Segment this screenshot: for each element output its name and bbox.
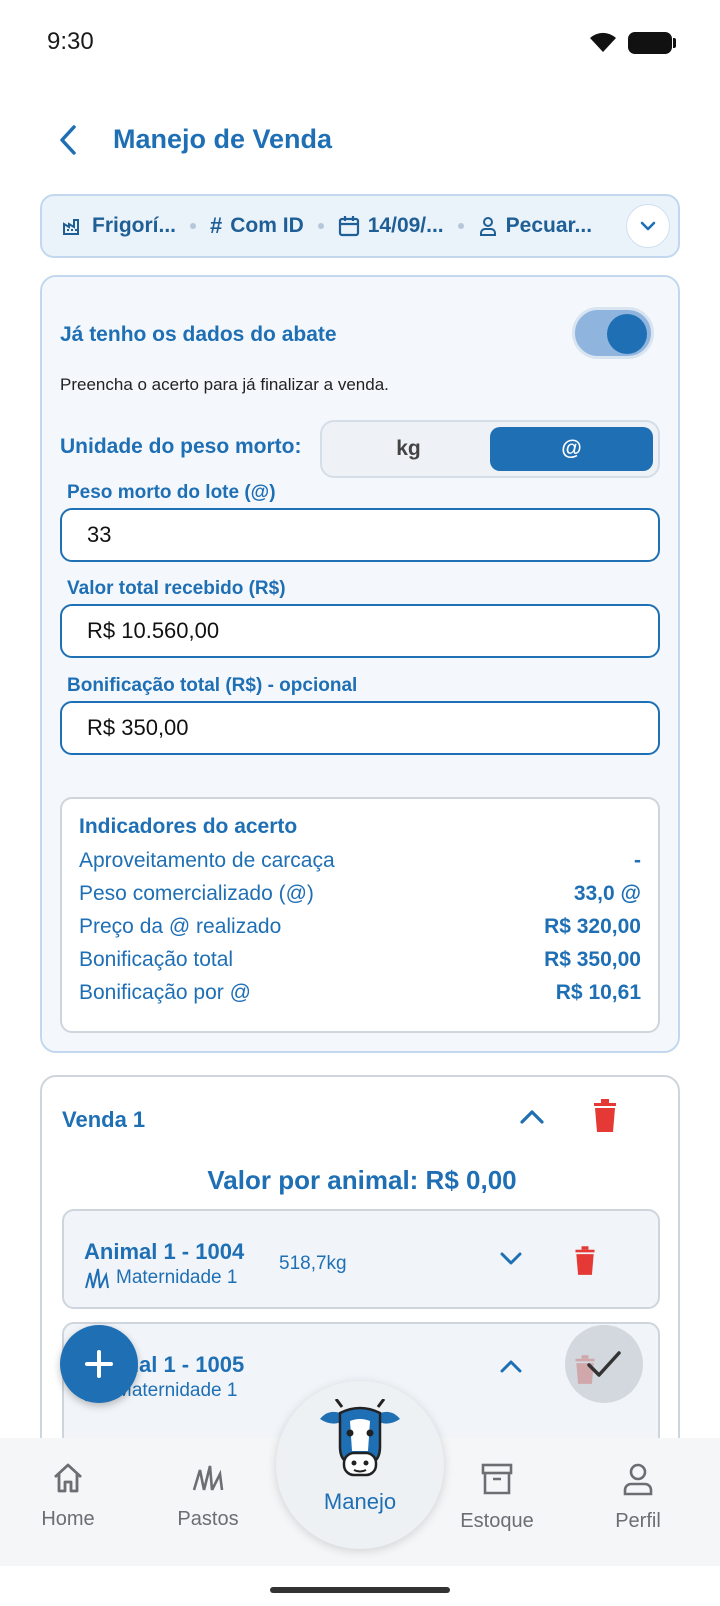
bonus-field[interactable]: R$ 350,00 <box>60 701 660 755</box>
person-icon <box>623 1463 653 1496</box>
slaughter-data-toggle[interactable] <box>572 307 654 359</box>
collapse-animal-button[interactable] <box>496 1354 526 1383</box>
indicator-value: R$ 350,00 <box>544 948 641 971</box>
hash-icon: # <box>210 213 223 238</box>
indicator-label: Bonificação por @ <box>79 981 251 1004</box>
carcass-weight-field[interactable]: 33 <box>60 508 660 562</box>
home-icon <box>54 1463 82 1493</box>
identification-text: Com ID <box>230 214 304 237</box>
factory-icon <box>63 219 79 235</box>
nav-label-estoque: Estoque <box>460 1510 534 1532</box>
indicator-row: Peso comercializado (@) 33,0 @ <box>79 882 641 912</box>
indicator-label: Aproveitamento de carcaça <box>79 849 335 872</box>
indicator-value: 33,0 @ <box>573 882 641 905</box>
wifi-icon <box>590 32 616 52</box>
chevron-up-icon <box>500 1360 522 1373</box>
indicator-value: R$ 320,00 <box>544 915 641 938</box>
value-per-animal: Valor por animal: R$ 0,00 <box>207 1165 517 1195</box>
indicator-value: R$ 10,61 <box>555 981 641 1004</box>
total-received-label: Valor total recebido (R$) <box>67 578 286 599</box>
home-indicator <box>270 1587 450 1593</box>
indicator-row: Bonificação por @ R$ 10,61 <box>79 981 641 1011</box>
nav-label-home: Home <box>41 1508 95 1530</box>
carcass-weight-label: Peso morto do lote (@) <box>67 482 276 503</box>
nav-item-estoque[interactable]: Estoque <box>437 1462 557 1533</box>
nav-item-pastos[interactable]: Pastos <box>148 1462 268 1531</box>
destination-chip: Frigorí... <box>62 214 176 238</box>
sale-summary-bar[interactable]: Frigorí... # Com ID 14/09/... Pecuar... <box>40 194 680 258</box>
delete-animal-button[interactable] <box>572 1245 598 1282</box>
trash-icon <box>594 1099 616 1132</box>
trash-icon <box>575 1246 595 1275</box>
add-animal-button[interactable] <box>60 1325 138 1403</box>
grass-icon <box>85 1268 109 1289</box>
indicator-row: Bonificação total R$ 350,00 <box>79 948 641 978</box>
calendar-icon <box>338 216 359 237</box>
nav-item-home[interactable]: Home <box>8 1462 128 1531</box>
settlement-hint: Preencha o acerto para já finalizar a ve… <box>60 375 389 394</box>
animal-pasture: Maternidade 1 <box>84 1267 237 1289</box>
separator-dot <box>317 223 324 229</box>
buyer-text: Pecuar... <box>505 214 593 237</box>
indicator-value: - <box>634 849 641 872</box>
unit-option-kg[interactable]: kg <box>327 427 490 471</box>
confirm-sale-button[interactable] <box>565 1325 643 1403</box>
chevron-left-icon <box>60 125 76 155</box>
bonus-label: Bonificação total (R$) - opcional <box>67 675 358 696</box>
indicator-label: Peso comercializado (@) <box>79 882 314 905</box>
chevron-down-icon <box>640 221 656 231</box>
unit-option-arroba[interactable]: @ <box>490 427 653 471</box>
animal-pasture-text: Maternidade 1 <box>116 1380 238 1401</box>
indicator-row: Aproveitamento de carcaça - <box>79 849 641 879</box>
expand-animal-button[interactable] <box>496 1247 526 1276</box>
archive-box-icon <box>481 1463 513 1495</box>
app-header: Manejo de Venda <box>0 110 720 170</box>
weight-unit-label: Unidade do peso morto: <box>60 435 302 458</box>
nav-label-manejo: Manejo <box>323 1489 397 1514</box>
grass-icon <box>192 1465 224 1491</box>
indicator-label: Bonificação total <box>79 948 234 971</box>
plus-icon <box>85 1350 113 1378</box>
animal-name: Animal 1 - 1004 <box>84 1239 245 1264</box>
total-received-field[interactable]: R$ 10.560,00 <box>60 604 660 658</box>
chevron-down-icon <box>500 1252 522 1265</box>
nav-item-manejo[interactable]: Manejo <box>276 1381 444 1549</box>
indicators-title: Indicadores do acerto <box>79 815 298 838</box>
collapse-sale-button[interactable] <box>512 1097 552 1142</box>
settlement-card: Já tenho os dados do abate Preencha o ac… <box>40 275 680 1053</box>
expand-summary-button[interactable] <box>626 204 670 248</box>
nav-item-perfil[interactable]: Perfil <box>578 1462 698 1533</box>
toggle-knob <box>607 314 647 354</box>
delete-sale-button[interactable] <box>590 1099 620 1138</box>
status-bar: 9:30 <box>0 0 720 80</box>
identification-chip: # Com ID <box>210 213 304 239</box>
checkmark-icon <box>587 1351 621 1377</box>
nav-label-pastos: Pastos <box>177 1508 239 1530</box>
chevron-up-icon <box>520 1110 544 1124</box>
settlement-indicators: Indicadores do acerto Aproveitamento de … <box>60 797 660 1033</box>
animal-pasture-text: Maternidade 1 <box>116 1267 238 1288</box>
separator-dot <box>190 223 196 229</box>
indicator-row: Preço da @ realizado R$ 320,00 <box>79 915 641 945</box>
slaughter-data-toggle-label: Já tenho os dados do abate <box>60 323 337 346</box>
status-time: 9:30 <box>47 28 94 55</box>
weight-unit-selector: kg @ <box>320 420 660 478</box>
destination-text: Frigorí... <box>92 214 176 237</box>
buyer-chip: Pecuar... <box>478 214 592 238</box>
date-text: 14/09/... <box>367 214 444 237</box>
animal-card[interactable]: Animal 1 - 1004 Maternidade 1 518,7kg <box>62 1209 660 1309</box>
date-chip: 14/09/... <box>338 214 444 238</box>
back-button[interactable] <box>48 120 88 160</box>
page-title: Manejo de Venda <box>113 124 333 154</box>
nav-label-perfil: Perfil <box>615 1510 661 1532</box>
cow-icon <box>320 1399 400 1477</box>
indicator-label: Preço da @ realizado <box>79 915 282 938</box>
separator-dot <box>457 223 464 229</box>
sale-title: Venda 1 <box>62 1107 146 1132</box>
person-icon <box>479 217 496 236</box>
battery-icon <box>628 32 676 54</box>
animal-weight: 518,7kg <box>279 1253 347 1274</box>
